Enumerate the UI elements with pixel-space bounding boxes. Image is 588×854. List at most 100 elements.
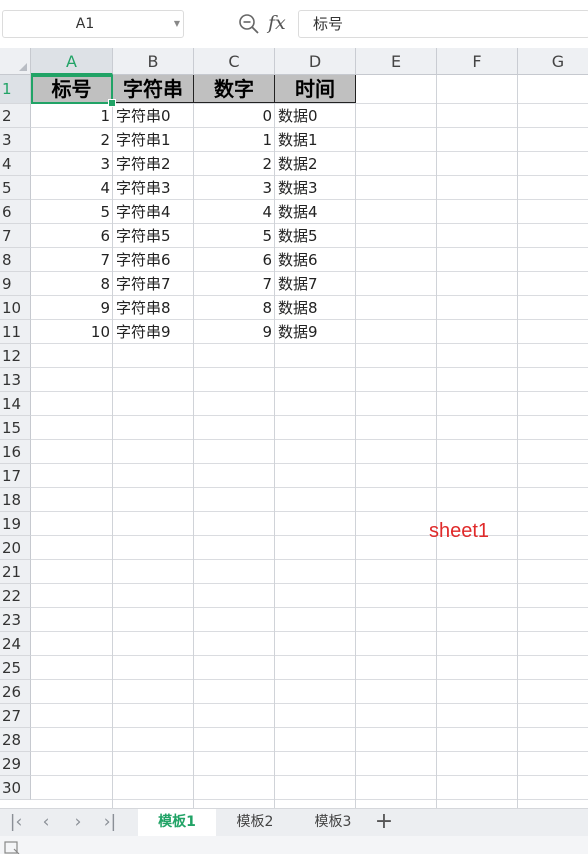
table-cell[interactable]: 数据3 [275, 176, 356, 200]
table-cell[interactable]: 2 [31, 128, 113, 152]
table-cell[interactable]: 字符串3 [113, 176, 194, 200]
table-cell[interactable]: 7 [194, 272, 275, 296]
table-cell[interactable]: 1 [31, 104, 113, 128]
row-header-16[interactable]: 16 [0, 440, 31, 464]
row-header-9[interactable]: 9 [0, 272, 31, 296]
table-cell[interactable]: 3 [31, 152, 113, 176]
table-cell[interactable]: 4 [31, 176, 113, 200]
header-cell[interactable]: 数字 [194, 75, 275, 103]
table-cell[interactable]: 数据7 [275, 272, 356, 296]
table-cell[interactable]: 5 [194, 224, 275, 248]
table-cell[interactable]: 6 [31, 224, 113, 248]
row-header-18[interactable]: 18 [0, 488, 31, 512]
table-cell[interactable]: 10 [31, 320, 113, 344]
table-cell[interactable]: 7 [31, 248, 113, 272]
table-cell[interactable]: 字符串6 [113, 248, 194, 272]
row-header-24[interactable]: 24 [0, 632, 31, 656]
table-cell[interactable]: 字符串1 [113, 128, 194, 152]
row-header-11[interactable]: 11 [0, 320, 31, 344]
last-sheet-icon[interactable]: ›| [98, 809, 122, 835]
row-header-17[interactable]: 17 [0, 464, 31, 488]
column-header-c[interactable]: C [194, 48, 275, 75]
row-header-28[interactable]: 28 [0, 728, 31, 752]
row-header-5[interactable]: 5 [0, 176, 31, 200]
header-cell[interactable]: 字符串 [113, 75, 194, 103]
table-cell[interactable]: 数据0 [275, 104, 356, 128]
row-header-12[interactable]: 12 [0, 344, 31, 368]
row-header-22[interactable]: 22 [0, 584, 31, 608]
table-cell[interactable]: 4 [194, 200, 275, 224]
fx-icon[interactable]: fx [268, 9, 290, 37]
table-cell[interactable]: 3 [194, 176, 275, 200]
row-header-29[interactable]: 29 [0, 752, 31, 776]
table-cell[interactable]: 字符串0 [113, 104, 194, 128]
row-header-21[interactable]: 21 [0, 560, 31, 584]
table-cell[interactable]: 字符串5 [113, 224, 194, 248]
row-header-6[interactable]: 6 [0, 200, 31, 224]
row-header-23[interactable]: 23 [0, 608, 31, 632]
sheet-tab-2[interactable]: 模板2 [216, 809, 294, 836]
sheet-view-icon[interactable] [4, 841, 20, 854]
row-header-3[interactable]: 3 [0, 128, 31, 152]
formula-input[interactable]: 标号 [298, 10, 588, 38]
row-header-7[interactable]: 7 [0, 224, 31, 248]
row-header-26[interactable]: 26 [0, 680, 31, 704]
row-header-14[interactable]: 14 [0, 392, 31, 416]
column-header-d[interactable]: D [275, 48, 356, 75]
table-cell[interactable]: 数据1 [275, 128, 356, 152]
table-cell[interactable]: 字符串8 [113, 296, 194, 320]
row-gridline [31, 367, 588, 368]
column-header-g[interactable]: G [518, 48, 588, 75]
sheet-tab-1[interactable]: 模板1 [138, 809, 216, 836]
row-header-13[interactable]: 13 [0, 368, 31, 392]
table-cell[interactable]: 8 [31, 272, 113, 296]
table-cell[interactable]: 9 [31, 296, 113, 320]
row-header-15[interactable]: 15 [0, 416, 31, 440]
table-cell[interactable]: 数据8 [275, 296, 356, 320]
row-header-25[interactable]: 25 [0, 656, 31, 680]
table-cell[interactable]: 数据5 [275, 224, 356, 248]
table-cell[interactable]: 9 [194, 320, 275, 344]
spreadsheet-grid[interactable]: ABCDEFG 1 2 3 4 5 6 7 8 9 10 11 12 13 14 15 16 17 18 19 20 2… [0, 48, 588, 808]
row-header-27[interactable]: 27 [0, 704, 31, 728]
row-header-4[interactable]: 4 [0, 152, 31, 176]
row-header-20[interactable]: 20 [0, 536, 31, 560]
add-sheet-icon[interactable]: + [372, 809, 396, 834]
fill-handle[interactable] [108, 99, 116, 107]
select-all-corner[interactable] [0, 48, 31, 75]
table-cell[interactable]: 字符串7 [113, 272, 194, 296]
next-sheet-icon[interactable]: › [66, 809, 90, 835]
column-header-e[interactable]: E [356, 48, 437, 75]
row-header-1[interactable]: 1 [0, 75, 31, 104]
row-gridline [31, 655, 588, 656]
table-cell[interactable]: 字符串4 [113, 200, 194, 224]
table-cell[interactable]: 6 [194, 248, 275, 272]
zoom-icon[interactable] [238, 13, 260, 35]
table-cell[interactable]: 字符串9 [113, 320, 194, 344]
header-cell[interactable]: 标号 [31, 75, 113, 103]
row-header-30[interactable]: 30 [0, 776, 31, 800]
dropdown-caret-icon[interactable]: ▼ [174, 11, 180, 37]
sheet-tab-3[interactable]: 模板3 [294, 809, 372, 836]
table-cell[interactable]: 字符串2 [113, 152, 194, 176]
prev-sheet-icon[interactable]: ‹ [34, 809, 58, 835]
row-header-19[interactable]: 19 [0, 512, 31, 536]
first-sheet-icon[interactable]: |‹ [4, 809, 28, 835]
table-cell[interactable]: 5 [31, 200, 113, 224]
table-cell[interactable]: 数据4 [275, 200, 356, 224]
column-header-b[interactable]: B [113, 48, 194, 75]
table-cell[interactable]: 2 [194, 152, 275, 176]
column-header-f[interactable]: F [437, 48, 518, 75]
name-box[interactable]: A1 ▼ [2, 10, 184, 38]
row-header-2[interactable]: 2 [0, 104, 31, 128]
column-header-a[interactable]: A [31, 48, 113, 75]
table-cell[interactable]: 数据6 [275, 248, 356, 272]
table-cell[interactable]: 1 [194, 128, 275, 152]
row-header-8[interactable]: 8 [0, 248, 31, 272]
row-header-10[interactable]: 10 [0, 296, 31, 320]
table-cell[interactable]: 0 [194, 104, 275, 128]
table-cell[interactable]: 数据9 [275, 320, 356, 344]
table-cell[interactable]: 8 [194, 296, 275, 320]
header-cell[interactable]: 时间 [275, 75, 356, 103]
table-cell[interactable]: 数据2 [275, 152, 356, 176]
